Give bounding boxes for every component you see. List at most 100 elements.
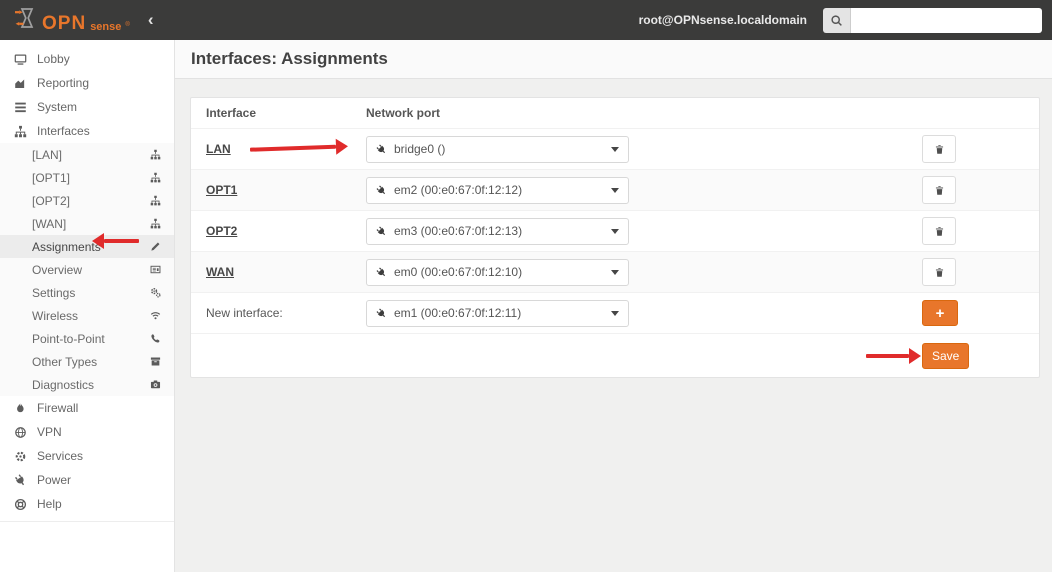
sidebar-item-point-to-point[interactable]: Point-to-Point	[0, 327, 174, 350]
content-area: Interface Network port LAN bridge0 () OP…	[175, 79, 1052, 572]
brand-text-primary: OPN	[42, 12, 87, 34]
caret-down-icon	[611, 228, 619, 234]
sidebar-item-label: Overview	[32, 262, 83, 277]
phone-icon	[150, 333, 161, 344]
trash-icon	[934, 226, 945, 237]
sidebar-item-label: Assignments	[32, 239, 101, 254]
fire-icon	[13, 402, 28, 415]
network-port-value: em2 (00:e0:67:0f:12:12)	[394, 183, 523, 197]
network-port-value: bridge0 ()	[394, 142, 446, 156]
tasks-icon	[13, 101, 28, 114]
delete-interface-button[interactable]	[922, 135, 956, 163]
sidebar-item-label: Services	[37, 449, 84, 463]
table-row-save: Save	[191, 333, 1039, 377]
sitemap-icon	[150, 149, 161, 160]
add-interface-button[interactable]: +	[922, 300, 958, 326]
plug-icon	[13, 473, 28, 487]
sidebar-item-label: Interfaces	[37, 124, 90, 138]
sidebar-item-overview[interactable]: Overview	[0, 258, 174, 281]
network-port-value: em1 (00:e0:67:0f:12:11)	[394, 306, 522, 320]
globe-icon	[13, 426, 28, 439]
sidebar-item-interfaces[interactable]: Interfaces	[0, 119, 174, 143]
sidebar-item-label: Firewall	[37, 401, 79, 415]
delete-interface-button[interactable]	[922, 217, 956, 245]
network-port-select-lan[interactable]: bridge0 ()	[366, 135, 629, 163]
network-port-select-opt1[interactable]: em2 (00:e0:67:0f:12:12)	[366, 176, 629, 204]
sidebar-item-lobby[interactable]: Lobby	[0, 47, 174, 71]
column-header-interface: Interface	[206, 106, 257, 120]
plug-icon	[374, 305, 390, 321]
sidebar-item-other-types[interactable]: Other Types	[0, 350, 174, 373]
sidebar-item-label: Reporting	[37, 76, 90, 90]
save-button[interactable]: Save	[922, 342, 970, 369]
sidebar-item-system[interactable]: System	[0, 95, 174, 119]
network-port-select-new[interactable]: em1 (00:e0:67:0f:12:11)	[366, 299, 629, 327]
opnsense-logo-icon	[14, 7, 38, 34]
sidebar-item-label: VPN	[37, 425, 62, 439]
sidebar-item-services[interactable]: Services	[0, 444, 174, 468]
sidebar-item-label: [LAN]	[32, 147, 63, 162]
sidebar-item-wan[interactable]: [WAN]	[0, 212, 174, 235]
sidebar-item-wireless[interactable]: Wireless	[0, 304, 174, 327]
sidebar-item-reporting[interactable]: Reporting	[0, 71, 174, 95]
search-icon[interactable]	[823, 7, 851, 33]
opnsense-app: OPN sense ® ‹ root@OPNsense.localdomain …	[0, 0, 1052, 572]
network-port-select-opt2[interactable]: em3 (00:e0:67:0f:12:13)	[366, 217, 629, 245]
plug-icon	[374, 223, 390, 239]
sidebar-item-label: Power	[37, 473, 72, 487]
sidebar-divider	[0, 521, 174, 522]
top-bar: OPN sense ® ‹ root@OPNsense.localdomain	[0, 0, 1052, 40]
trash-icon	[934, 144, 945, 155]
global-search	[823, 7, 1042, 33]
caret-down-icon	[611, 146, 619, 152]
opnsense-logo[interactable]: OPN sense ®	[14, 7, 130, 34]
table-row-lan: LAN bridge0 ()	[191, 128, 1039, 169]
sidebar-nav: Lobby Reporting System Interfaces [LAN] …	[0, 40, 175, 572]
table-header-row: Interface Network port	[191, 98, 1039, 128]
pencil-icon	[150, 241, 161, 252]
sidebar-item-assignments[interactable]: Assignments	[0, 235, 174, 258]
sidebar-item-settings[interactable]: Settings	[0, 281, 174, 304]
brand-registered-mark: ®	[125, 21, 130, 28]
network-port-select-wan[interactable]: em0 (00:e0:67:0f:12:10)	[366, 258, 629, 286]
sidebar-item-label: Wireless	[32, 308, 79, 323]
sidebar-collapse-chevron-icon[interactable]: ‹	[148, 10, 154, 30]
search-input[interactable]	[851, 7, 1042, 33]
network-port-value: em0 (00:e0:67:0f:12:10)	[394, 265, 523, 279]
sitemap-icon	[150, 172, 161, 183]
table-row-opt1: OPT1 em2 (00:e0:67:0f:12:12)	[191, 169, 1039, 210]
network-port-value: em3 (00:e0:67:0f:12:13)	[394, 224, 523, 238]
brand-text-secondary: sense	[90, 20, 122, 33]
trash-icon	[934, 185, 945, 196]
cogs-icon	[150, 287, 161, 298]
sidebar-item-help[interactable]: Help	[0, 492, 174, 516]
overview-icon	[150, 264, 161, 275]
interface-link-lan[interactable]: LAN	[206, 142, 231, 156]
delete-interface-button[interactable]	[922, 258, 956, 286]
life-ring-icon	[13, 498, 28, 511]
interface-link-wan[interactable]: WAN	[206, 265, 234, 279]
interface-link-opt1[interactable]: OPT1	[206, 183, 237, 197]
sitemap-icon	[150, 218, 161, 229]
sidebar-item-diagnostics[interactable]: Diagnostics	[0, 373, 174, 396]
sidebar-item-firewall[interactable]: Firewall	[0, 396, 174, 420]
sitemap-icon	[13, 125, 28, 138]
interface-link-opt2[interactable]: OPT2	[206, 224, 237, 238]
caret-down-icon	[611, 187, 619, 193]
sidebar-item-opt2[interactable]: [OPT2]	[0, 189, 174, 212]
sidebar-item-vpn[interactable]: VPN	[0, 420, 174, 444]
sidebar-item-lan[interactable]: [LAN]	[0, 143, 174, 166]
sidebar-item-label: [OPT2]	[32, 193, 71, 208]
plug-icon	[374, 141, 390, 157]
camera-icon	[150, 379, 161, 390]
delete-interface-button[interactable]	[922, 176, 956, 204]
area-chart-icon	[13, 77, 28, 90]
column-header-network-port: Network port	[366, 106, 441, 120]
sidebar-item-label: Point-to-Point	[32, 331, 105, 346]
sidebar-item-label: Settings	[32, 285, 76, 300]
trash-icon	[934, 267, 945, 278]
logged-in-user: root@OPNsense.localdomain	[638, 13, 807, 27]
sidebar-item-label: Other Types	[32, 354, 98, 369]
sidebar-item-opt1[interactable]: [OPT1]	[0, 166, 174, 189]
sidebar-item-power[interactable]: Power	[0, 468, 174, 492]
